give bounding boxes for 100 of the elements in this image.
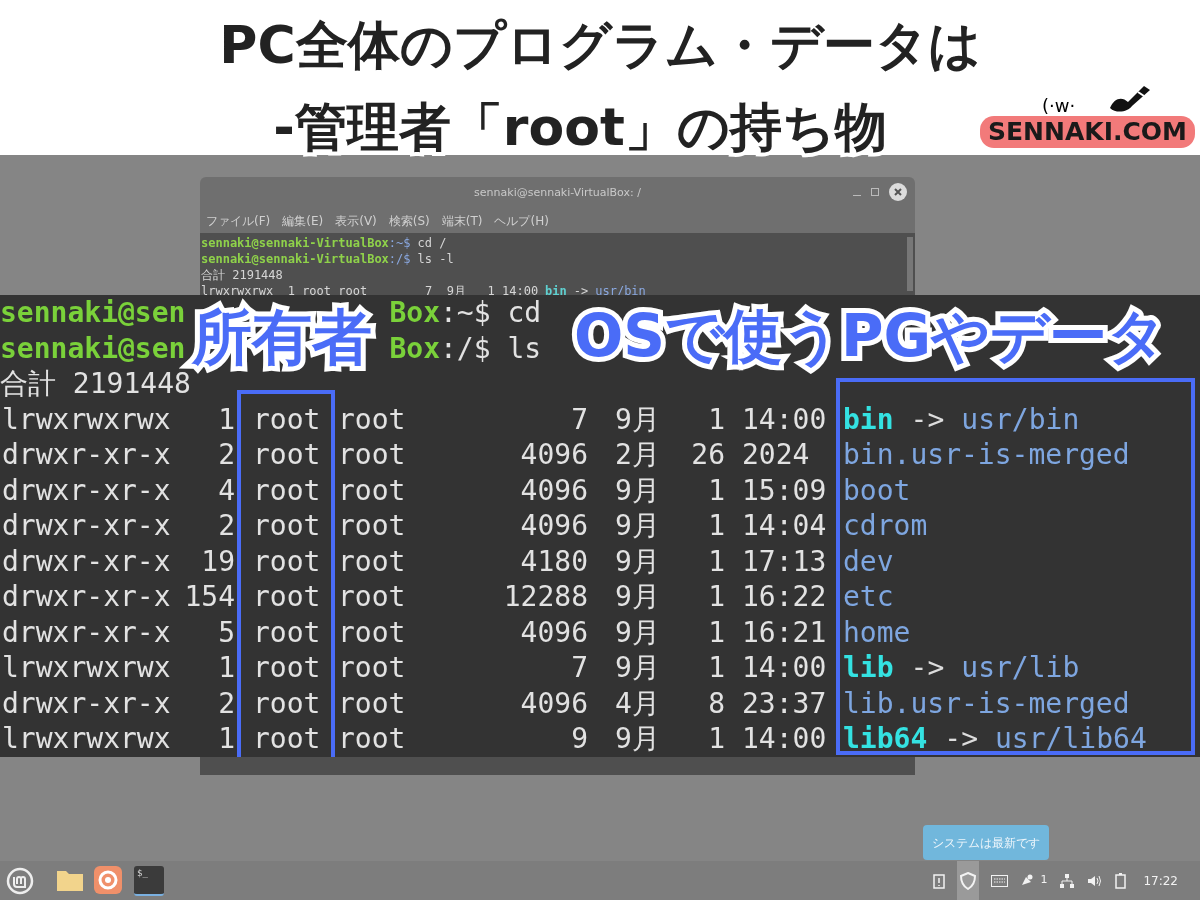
menu-item[interactable]: 表示(V): [335, 212, 377, 230]
directory-name: bin.usr-is-merged: [843, 438, 1130, 471]
permissions: drwxr-xr-x: [2, 438, 171, 471]
month: 9月: [615, 651, 660, 684]
maximize-icon[interactable]: [871, 188, 879, 196]
directory-name: home: [843, 615, 911, 649]
owner: root: [253, 686, 321, 720]
link-name: lib: [843, 650, 894, 686]
link-count: 154: [184, 580, 235, 613]
command-text: ls -l: [417, 251, 454, 267]
clock[interactable]: 17:22: [1143, 871, 1178, 890]
terminal-launcher[interactable]: $_: [134, 865, 164, 896]
prompt-user: sennaki@sen: [0, 295, 186, 331]
group: root: [338, 544, 406, 578]
permissions: lrwxrwxrwx: [2, 402, 171, 436]
time: 14:00: [742, 651, 827, 684]
group: root: [338, 473, 406, 507]
owner: root: [253, 402, 321, 436]
brush-icon: [1108, 84, 1152, 114]
group: root: [338, 686, 406, 720]
logo-face: (·w·: [1042, 94, 1076, 118]
month: 9月: [615, 580, 660, 613]
link-count: 5: [218, 615, 235, 649]
time: 2024: [742, 438, 810, 471]
total-line: 合計 2191448: [201, 267, 284, 283]
link-arrow: ->: [910, 401, 945, 437]
time: 16:21: [742, 615, 827, 649]
permissions: lrwxrwxrwx: [2, 651, 171, 684]
owner: root: [253, 580, 321, 613]
network-icon[interactable]: [1059, 872, 1076, 889]
link-target: usr/bin: [595, 283, 646, 299]
link-target: usr/lib64: [995, 721, 1147, 757]
owner: root: [253, 438, 321, 471]
group: root: [338, 580, 406, 613]
day: 1: [708, 509, 725, 542]
link-count: 1: [218, 722, 235, 755]
prompt-user: sennaki@sen: [0, 330, 186, 366]
volume-icon[interactable]: [1087, 873, 1104, 888]
link-count: 4: [218, 473, 235, 507]
owner: root: [253, 722, 321, 755]
command-text: :~$ cd: [440, 295, 542, 331]
shield-icon[interactable]: [957, 861, 980, 900]
group: root: [338, 509, 406, 542]
month: 9月: [615, 473, 660, 507]
keyboard-icon[interactable]: [991, 874, 1009, 887]
day: 1: [708, 615, 725, 649]
link-count: 1: [218, 651, 235, 684]
link-target: usr/lib: [961, 650, 1080, 686]
link-count: 2: [218, 686, 235, 720]
day: 26: [691, 438, 725, 471]
menu-item[interactable]: 編集(E): [282, 212, 324, 230]
owner: root: [253, 473, 321, 507]
clipboard-alert-icon[interactable]: [933, 872, 946, 889]
file-size: 12288: [503, 580, 588, 613]
prompt-path: :~$: [388, 235, 411, 251]
group: root: [338, 438, 406, 471]
month: 9月: [615, 722, 660, 755]
prompt-user: Box: [389, 330, 440, 366]
command-text: :/$ ls: [440, 330, 542, 366]
time: 16:22: [742, 580, 827, 613]
time: 23:37: [742, 686, 827, 720]
prompt-path: :/$: [388, 251, 411, 267]
file-size: 4096: [520, 438, 588, 471]
scrollbar[interactable]: [907, 237, 913, 291]
headline: PC全体のプログラム・データは: [219, 14, 981, 77]
window-title: sennaki@sennaki-VirtualBox: /: [474, 184, 641, 201]
file-size: 7: [571, 402, 588, 436]
owner-label: 所有者: [192, 307, 372, 367]
close-icon[interactable]: [889, 183, 907, 201]
link-name: bin: [545, 283, 567, 299]
prompt-user: Box: [389, 295, 440, 331]
menu-item[interactable]: 端末(T): [441, 212, 483, 230]
file-size: 4180: [520, 544, 588, 578]
month: 4月: [615, 686, 660, 720]
directory-name: lib.usr-is-merged: [843, 686, 1130, 720]
link-name: lib64: [843, 721, 928, 757]
link-arrow: ->: [944, 721, 978, 757]
day: 1: [708, 402, 725, 436]
link-arrow: ->: [910, 650, 945, 686]
battery-icon[interactable]: [1115, 872, 1128, 889]
file-size: 4096: [520, 686, 588, 720]
permissions: lrwxrwxrwx: [2, 722, 171, 755]
day: 1: [708, 651, 725, 684]
minimize-icon[interactable]: [853, 194, 861, 196]
owner: root: [253, 544, 321, 578]
menu-item[interactable]: 検索(S): [388, 212, 430, 230]
notification-count: 1: [1040, 872, 1048, 889]
logo-text: SENNAKI.COM: [980, 116, 1195, 148]
menu-item[interactable]: ヘルプ(H): [494, 212, 549, 230]
command-text: cd /: [417, 235, 447, 251]
permissions: drwxr-xr-x: [2, 509, 171, 542]
headline: -管理者「root」の持ち物: [273, 96, 887, 159]
menu-logo-icon[interactable]: [6, 866, 34, 895]
directory-name: boot: [843, 473, 911, 507]
file-size: 9: [571, 722, 588, 755]
file-size: 4096: [520, 473, 588, 507]
time: 14:04: [742, 509, 827, 542]
group: root: [338, 722, 406, 755]
menu-item[interactable]: ファイル(F): [206, 212, 271, 230]
group: root: [338, 615, 406, 649]
